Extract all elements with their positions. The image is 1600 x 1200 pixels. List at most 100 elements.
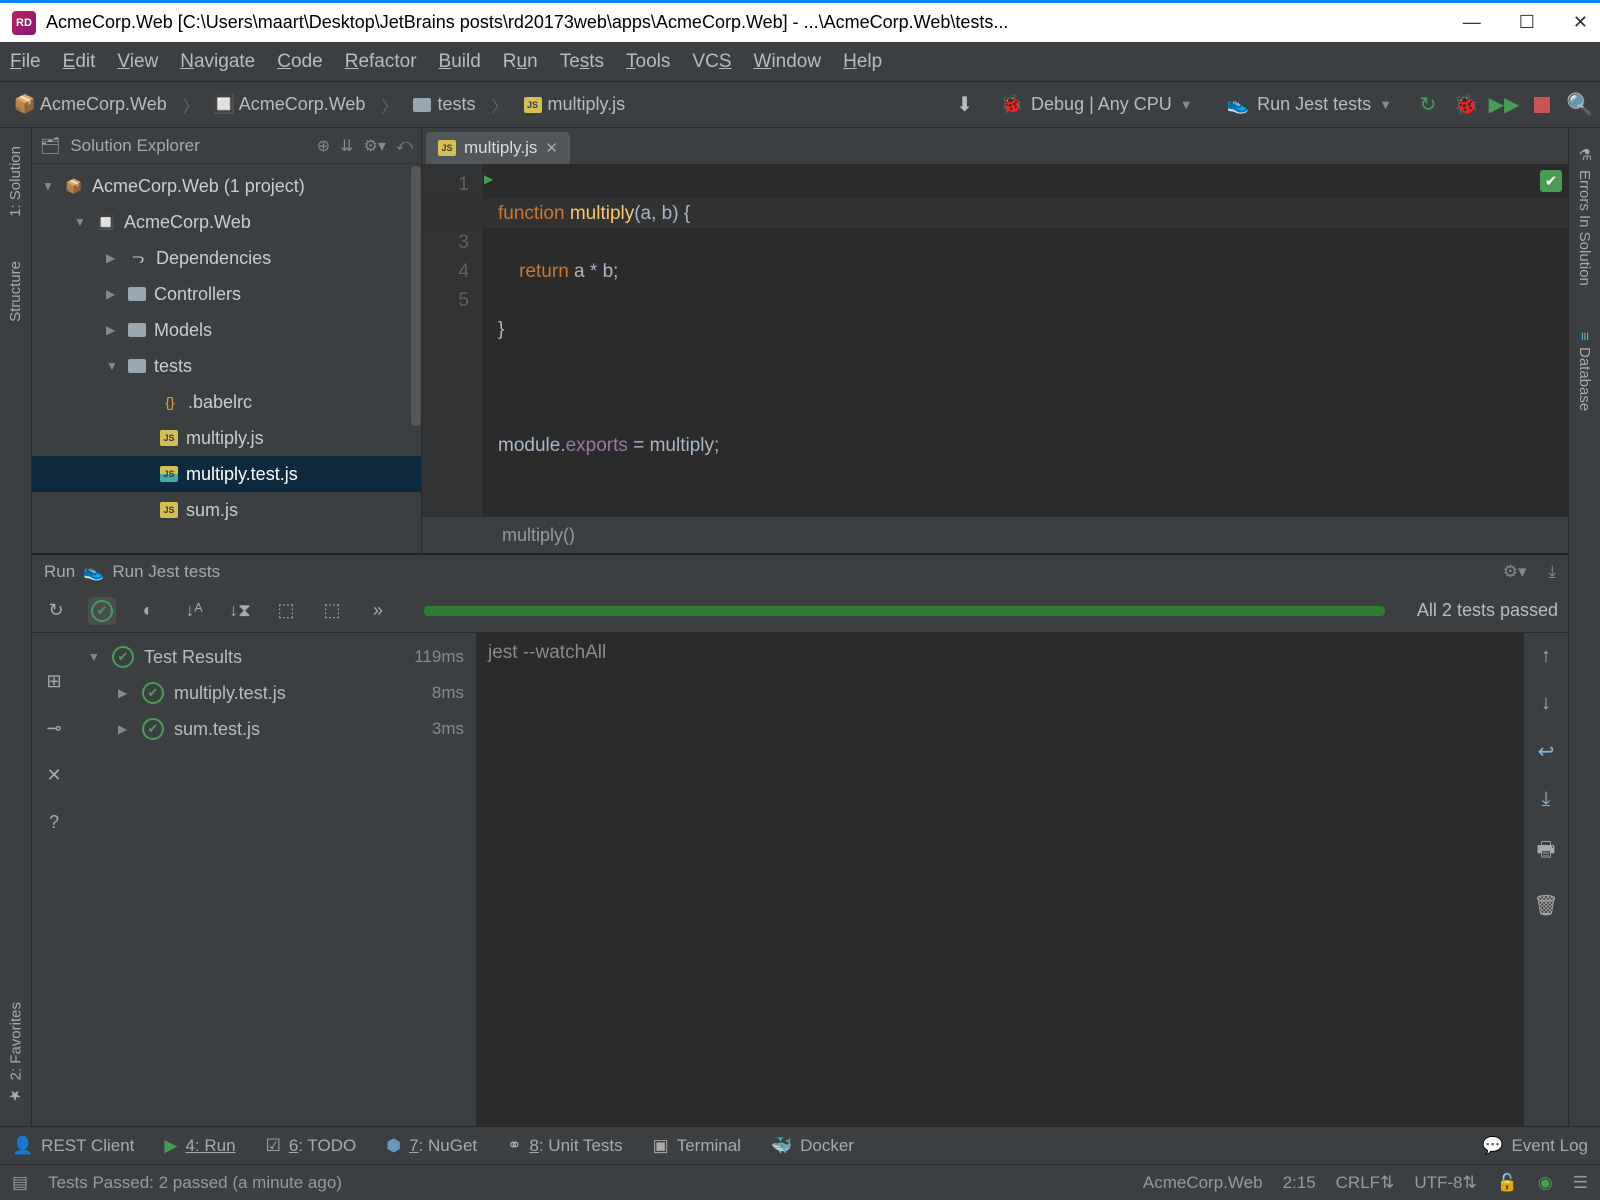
- close-tab-icon[interactable]: ✕: [545, 139, 558, 157]
- sort-by-duration-button[interactable]: ↓⧗: [226, 597, 254, 625]
- run-button[interactable]: ↻: [1416, 93, 1440, 117]
- tree-dependencies[interactable]: ᓓDependencies: [32, 240, 421, 276]
- status-encoding[interactable]: UTF-8⇅: [1414, 1173, 1476, 1193]
- clear-button[interactable]: 🗑: [1533, 893, 1558, 918]
- search-everywhere-button[interactable]: 🔍: [1568, 93, 1592, 117]
- solution-tree[interactable]: 📦AcmeCorp.Web (1 project) 🔲AcmeCorp.Web …: [32, 164, 421, 553]
- expand-arrow-icon[interactable]: [118, 686, 132, 700]
- menu-refactor[interactable]: Refactor: [345, 51, 417, 73]
- sort-alphabetically-button[interactable]: ↓ᴬ: [180, 597, 208, 625]
- expand-arrow-icon[interactable]: [118, 722, 132, 736]
- tab-favorites[interactable]: ★ 2: Favorites: [5, 994, 27, 1112]
- rerun-button[interactable]: ↻: [42, 597, 70, 625]
- tab-docker[interactable]: 🐳Docker: [771, 1136, 854, 1156]
- tab-run[interactable]: ▶4: Run: [164, 1136, 235, 1156]
- menu-view[interactable]: View: [117, 51, 158, 73]
- collapse-all-button[interactable]: ⬚: [318, 597, 346, 625]
- tool-windows-icon[interactable]: ▤: [12, 1173, 28, 1193]
- tab-unit-tests[interactable]: ⚭8: Unit Tests: [507, 1136, 623, 1156]
- status-cursor-position[interactable]: 2:15: [1283, 1173, 1316, 1193]
- test-suite-sum[interactable]: ✔ sum.test.js 3ms: [76, 711, 476, 747]
- menu-build[interactable]: Build: [439, 51, 481, 73]
- hide-icon[interactable]: ⤺: [396, 137, 413, 155]
- jest-icon: 👟: [1227, 94, 1249, 115]
- stop-button[interactable]: [1530, 93, 1554, 117]
- tab-structure[interactable]: Structure: [5, 253, 26, 330]
- expand-all-button[interactable]: ⬚: [272, 597, 300, 625]
- breadcrumb-file[interactable]: JSmultiply.js: [516, 91, 634, 118]
- settings-icon[interactable]: ⚙▾: [364, 136, 386, 156]
- target-icon[interactable]: ⊕: [317, 136, 330, 156]
- menu-edit[interactable]: Edit: [63, 51, 96, 73]
- pin-button[interactable]: ⊸: [46, 718, 61, 739]
- menu-run[interactable]: Run: [503, 51, 538, 73]
- tree-file-sum[interactable]: JSsum.js: [32, 492, 421, 528]
- print-button[interactable]: 🖶: [1537, 835, 1556, 869]
- test-results-tree[interactable]: ✔ Test Results 119ms ✔ multiply.test.js …: [76, 633, 476, 1126]
- code-content[interactable]: function multiply(a, b) { return a * b; …: [482, 164, 1568, 517]
- tab-nuget[interactable]: ⬢7: NuGet: [386, 1136, 477, 1156]
- console-output[interactable]: jest --watchAll: [476, 633, 1524, 1126]
- tab-rest-client[interactable]: 👤REST Client: [12, 1136, 134, 1156]
- status-project[interactable]: AcmeCorp.Web: [1143, 1173, 1263, 1193]
- soft-wrap-button[interactable]: ↩: [1538, 739, 1555, 764]
- test-root-node[interactable]: ✔ Test Results 119ms: [76, 639, 476, 675]
- close-button[interactable]: ✕: [46, 765, 61, 786]
- status-line-ending[interactable]: CRLF⇅: [1336, 1173, 1395, 1193]
- minimize-button[interactable]: —: [1463, 12, 1481, 33]
- menu-vcs[interactable]: VCS: [692, 51, 731, 73]
- tab-solution[interactable]: 1: Solution: [5, 138, 26, 225]
- tab-errors[interactable]: ⚗ Errors In Solution: [1574, 138, 1596, 294]
- tab-multiply-js[interactable]: JS multiply.js ✕: [426, 132, 570, 164]
- build-icon[interactable]: ⬇: [953, 93, 977, 117]
- download-icon[interactable]: ⤓: [1548, 562, 1556, 582]
- test-suite-multiply[interactable]: ✔ multiply.test.js 8ms: [76, 675, 476, 711]
- menu-code[interactable]: Code: [277, 51, 322, 73]
- collapse-all-icon[interactable]: ⇊: [340, 136, 353, 156]
- maximize-button[interactable]: ☐: [1519, 12, 1535, 33]
- tree-folder-tests[interactable]: tests: [32, 348, 421, 384]
- editor-breadcrumb[interactable]: multiply(): [422, 517, 1568, 553]
- expand-arrow-icon[interactable]: [88, 650, 102, 664]
- inspection-ok-icon[interactable]: ✔: [1540, 170, 1562, 192]
- tab-database[interactable]: ≡ Database: [1574, 324, 1595, 419]
- event-log-button[interactable]: 💬Event Log: [1482, 1136, 1588, 1156]
- tree-solution-root[interactable]: 📦AcmeCorp.Web (1 project): [32, 168, 421, 204]
- menu-window[interactable]: Window: [754, 51, 822, 73]
- down-button[interactable]: ↓: [1541, 692, 1551, 715]
- show-ignored-toggle[interactable]: ◐: [134, 597, 162, 625]
- debug-button[interactable]: 🐞: [1454, 93, 1478, 117]
- menu-tools[interactable]: Tools: [626, 51, 670, 73]
- code-editor[interactable]: 12345 ▶ function multiply(a, b) { return…: [422, 164, 1568, 517]
- tree-folder-models[interactable]: Models: [32, 312, 421, 348]
- close-button[interactable]: ✕: [1573, 12, 1588, 33]
- tab-terminal[interactable]: ▣Terminal: [653, 1136, 741, 1156]
- inspection-indicator-icon[interactable]: ◉: [1538, 1173, 1553, 1193]
- menu-file[interactable]: File: [10, 51, 41, 73]
- layout-button[interactable]: ⊞: [46, 671, 61, 692]
- menu-tests[interactable]: Tests: [560, 51, 604, 73]
- breadcrumb-solution[interactable]: 📦AcmeCorp.Web: [8, 91, 175, 118]
- tree-file-multiply[interactable]: JSmultiply.js: [32, 420, 421, 456]
- build-config-dropdown[interactable]: 🐞 Debug | Any CPU ▼: [991, 92, 1203, 117]
- tree-file-babelrc[interactable]: {}.babelrc: [32, 384, 421, 420]
- tree-file-multiply-test[interactable]: JSmultiply.test.js: [32, 456, 421, 492]
- lock-icon[interactable]: 🔓: [1497, 1173, 1518, 1193]
- tree-folder-controllers[interactable]: Controllers: [32, 276, 421, 312]
- menu-navigate[interactable]: Navigate: [180, 51, 255, 73]
- show-passed-toggle[interactable]: ✔: [88, 597, 116, 625]
- help-button[interactable]: ?: [49, 812, 59, 833]
- run-config-dropdown[interactable]: 👟 Run Jest tests ▼: [1217, 92, 1402, 117]
- memory-indicator-icon[interactable]: ☰: [1573, 1173, 1588, 1193]
- scroll-to-end-button[interactable]: ⤓: [1542, 788, 1551, 811]
- settings-icon[interactable]: ⚙▾: [1503, 562, 1527, 582]
- run-with-coverage-button[interactable]: ▶▶: [1492, 93, 1516, 117]
- tree-project[interactable]: 🔲AcmeCorp.Web: [32, 204, 421, 240]
- breadcrumb-folder[interactable]: tests: [405, 91, 483, 118]
- menu-help[interactable]: Help: [843, 51, 882, 73]
- scrollbar-thumb[interactable]: [411, 166, 421, 426]
- tab-todo[interactable]: ☑6: TODO: [266, 1136, 357, 1156]
- more-button[interactable]: »: [364, 597, 392, 625]
- breadcrumb-project[interactable]: 🔲AcmeCorp.Web: [207, 91, 374, 118]
- up-button[interactable]: ↑: [1541, 645, 1551, 668]
